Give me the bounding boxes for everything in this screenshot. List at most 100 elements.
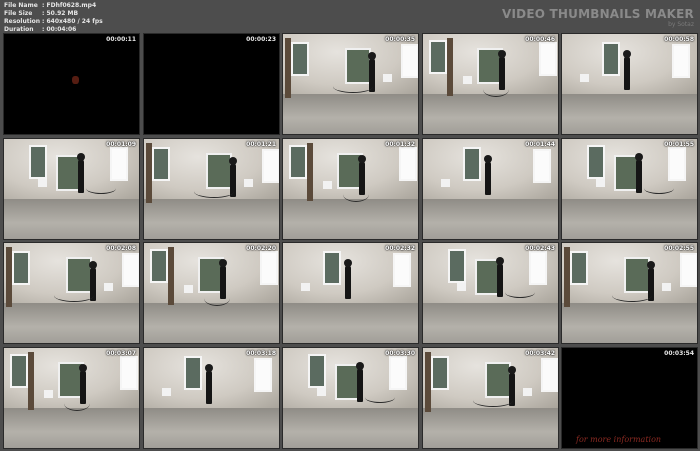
thumbnail-frame: 00:03:30 bbox=[282, 347, 419, 449]
thumbnail-image bbox=[144, 139, 279, 239]
file-size-value: : 50.92 MB bbox=[42, 10, 79, 17]
thumbnail-frame: 00:01:32 bbox=[282, 138, 419, 240]
scene-floor bbox=[562, 199, 697, 239]
scene-floor bbox=[423, 199, 558, 239]
scene-chair bbox=[44, 390, 53, 398]
scene-figure bbox=[205, 364, 213, 404]
thumbnail-frame: for more information 00:03:54 bbox=[561, 347, 698, 449]
scene-floor bbox=[4, 199, 139, 239]
scene-figure bbox=[496, 257, 504, 297]
scene-chair bbox=[38, 179, 47, 187]
scene-chair bbox=[662, 283, 671, 291]
thumbnail-image bbox=[144, 34, 279, 134]
scene-whip bbox=[64, 396, 90, 411]
scene-floor bbox=[144, 408, 279, 448]
scene-window bbox=[529, 251, 547, 285]
timestamp-label: 00:00:46 bbox=[525, 36, 555, 43]
thumbnail-frame: 00:01:21 bbox=[143, 138, 280, 240]
scene-chair bbox=[580, 74, 589, 82]
scene-floor bbox=[283, 408, 418, 448]
scene-floor bbox=[283, 199, 418, 239]
brand-sub: by Sotaz bbox=[668, 21, 694, 28]
scene-floor bbox=[562, 303, 697, 343]
thumbnail-image bbox=[4, 348, 139, 448]
scene-chair bbox=[596, 179, 605, 187]
scene-window bbox=[29, 145, 47, 179]
thumbnail-frame: 00:00:23 bbox=[143, 33, 280, 135]
thumbnail-image bbox=[562, 139, 697, 239]
thumbnail-frame: 00:00:11 bbox=[3, 33, 140, 135]
thumbnail-image bbox=[283, 34, 418, 134]
scene-window bbox=[680, 253, 697, 287]
thumbnail-image bbox=[423, 139, 558, 239]
thumbnail-image bbox=[283, 243, 418, 343]
timestamp-label: 00:01:32 bbox=[385, 141, 415, 148]
scene-window bbox=[254, 358, 272, 392]
scene-window bbox=[587, 145, 605, 179]
thumbnail-frame: 00:03:18 bbox=[143, 347, 280, 449]
scene-whip bbox=[343, 187, 369, 202]
scene-window bbox=[389, 356, 407, 390]
scene-whip bbox=[612, 289, 652, 302]
scene-figure bbox=[77, 153, 85, 193]
scene-window bbox=[10, 354, 28, 388]
scene-post bbox=[425, 352, 431, 412]
scene-chair bbox=[457, 283, 466, 291]
thumbnail-image: for more information bbox=[562, 348, 697, 448]
timestamp-label: 00:00:58 bbox=[664, 36, 694, 43]
timestamp-label: 00:03:42 bbox=[525, 350, 555, 357]
thumbnail-frame: 00:00:58 bbox=[561, 33, 698, 135]
scene-window bbox=[110, 147, 128, 181]
scene-floor bbox=[283, 303, 418, 343]
scene-chair bbox=[317, 388, 326, 396]
thumbnail-frame: 00:03:07 bbox=[3, 347, 140, 449]
scene-figure bbox=[623, 50, 631, 90]
scene-post bbox=[168, 247, 174, 305]
scene-window bbox=[463, 147, 481, 181]
scene-whip bbox=[473, 394, 513, 407]
thumbnail-frame: 00:01:55 bbox=[561, 138, 698, 240]
scene-window bbox=[448, 249, 466, 283]
thumbnail-image bbox=[562, 34, 697, 134]
scene-chair bbox=[441, 179, 450, 187]
timestamp-label: 00:00:23 bbox=[246, 36, 276, 43]
scene-whip bbox=[194, 185, 234, 198]
scene-figure bbox=[635, 153, 643, 193]
thumbnail-image bbox=[144, 243, 279, 343]
scene-whip bbox=[333, 80, 373, 93]
scene-floor bbox=[4, 303, 139, 343]
scene-chair bbox=[383, 74, 392, 82]
scene-chair bbox=[301, 283, 310, 291]
thumbnail-image bbox=[423, 243, 558, 343]
timestamp-label: 00:02:32 bbox=[385, 245, 415, 252]
thumbnail-frame: 00:03:42 bbox=[422, 347, 559, 449]
timestamp-label: 00:00:11 bbox=[106, 36, 136, 43]
thumbnail-image bbox=[283, 139, 418, 239]
scene-window bbox=[323, 251, 341, 285]
dim-light-spot bbox=[72, 76, 79, 84]
scene-window bbox=[570, 251, 588, 285]
brand-watermark: VIDEO THUMBNAILS MAKER by Sotaz bbox=[502, 7, 694, 28]
scene-window bbox=[431, 356, 449, 390]
scene-window bbox=[668, 147, 686, 181]
file-info: File Name: FDhf0628.mp4 File Size: 50.92… bbox=[4, 2, 103, 34]
thumbnail-image bbox=[4, 243, 139, 343]
scene-whip bbox=[505, 287, 535, 298]
scene-whip bbox=[54, 289, 94, 302]
brand-name: VIDEO THUMBNAILS MAKER bbox=[502, 7, 694, 21]
scene-window bbox=[308, 354, 326, 388]
scene-chair bbox=[162, 388, 171, 396]
thumbnail-frame: 00:00:35 bbox=[282, 33, 419, 135]
thumbnail-frame: 00:02:55 bbox=[561, 242, 698, 344]
thumbnail-frame: 00:00:46 bbox=[422, 33, 559, 135]
timestamp-label: 00:00:35 bbox=[385, 36, 415, 43]
scene-chair bbox=[523, 388, 532, 396]
scene-chair bbox=[184, 285, 193, 293]
scene-post bbox=[307, 143, 313, 201]
resolution-label: Resolution bbox=[4, 18, 41, 25]
timestamp-label: 00:02:20 bbox=[246, 245, 276, 252]
scene-floor bbox=[423, 94, 558, 134]
timestamp-label: 00:03:07 bbox=[106, 350, 136, 357]
scene-floor bbox=[423, 408, 558, 448]
scene-floor bbox=[4, 408, 139, 448]
